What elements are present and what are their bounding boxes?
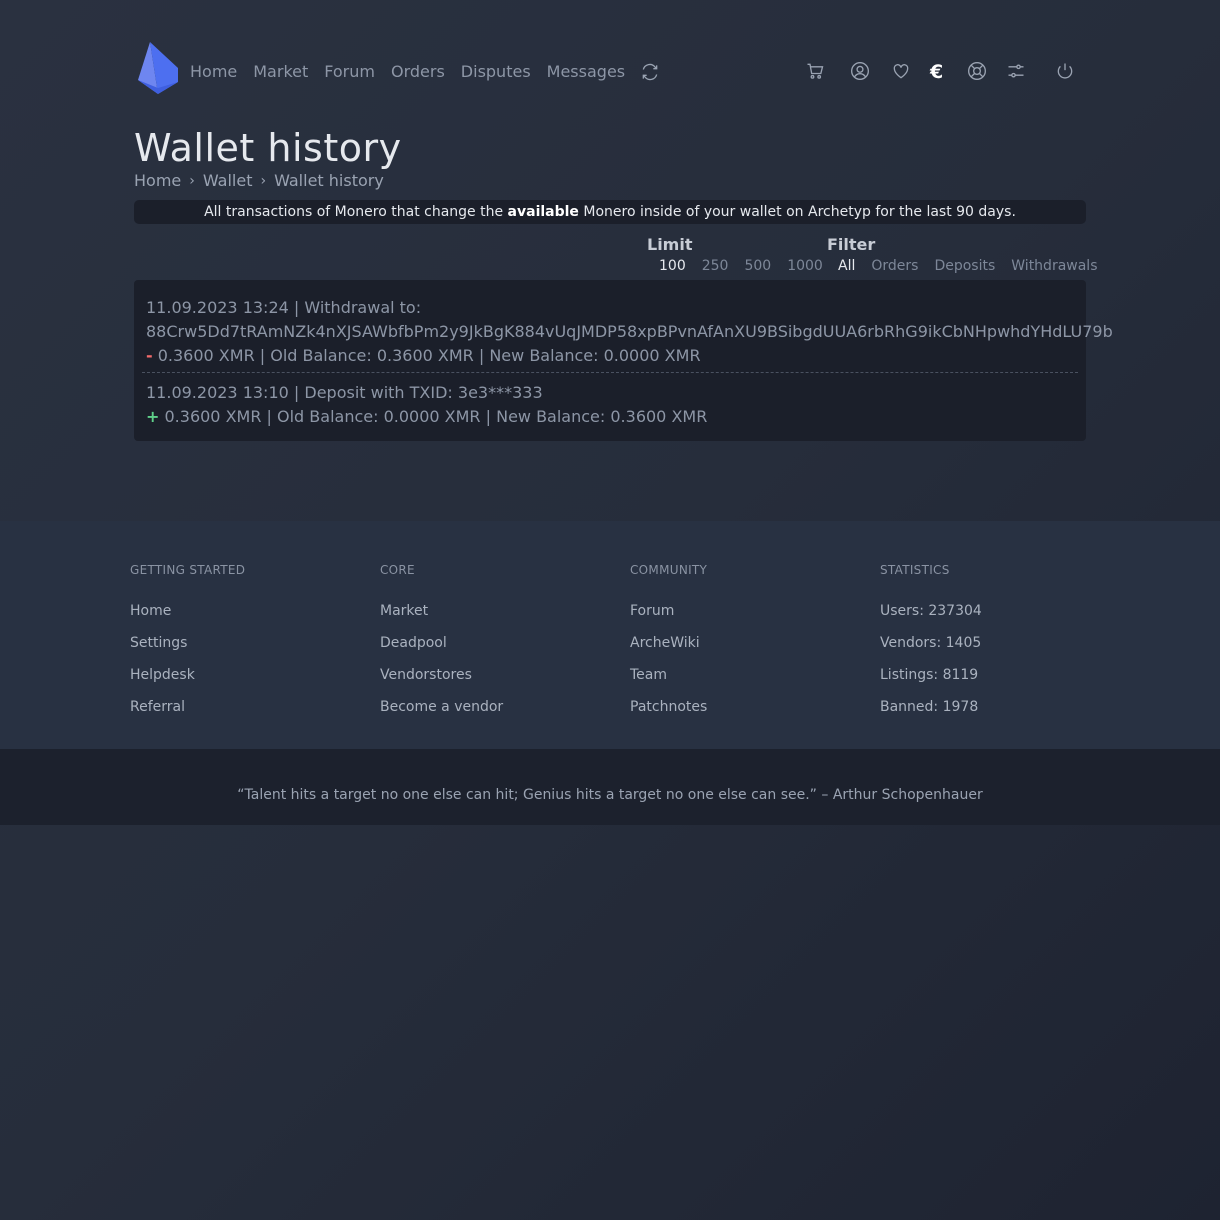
transaction-amounts: 0.3600 XMR | Old Balance: 0.3600 XMR | N… — [152, 346, 701, 365]
footer-link-become-vendor[interactable]: Become a vendor — [380, 699, 503, 731]
plus-sign: + — [146, 407, 160, 426]
logo-icon[interactable] — [136, 40, 180, 98]
info-banner: All transactions of Monero that change t… — [134, 200, 1086, 224]
cart-icon[interactable] — [805, 61, 827, 83]
footer-link-archewiki[interactable]: ArcheWiki — [630, 635, 707, 667]
top-navigation: Home Market Forum Orders Disputes Messag… — [136, 40, 1086, 104]
divider — [142, 372, 1078, 373]
limit-option-100[interactable]: 100 — [659, 258, 686, 274]
filter-option-deposits[interactable]: Deposits — [934, 258, 995, 274]
transaction-header: 11.09.2023 13:10 | Deposit with TXID: 3e… — [146, 383, 543, 402]
lifebuoy-icon[interactable] — [967, 61, 989, 83]
footer-column-core: CORE Market Deadpool Vendorstores Become… — [380, 563, 503, 731]
footer-column-statistics: STATISTICS Users: 237304 Vendors: 1405 L… — [880, 563, 982, 731]
footer-heading: GETTING STARTED — [130, 563, 246, 577]
settings-sliders-icon[interactable] — [1006, 61, 1028, 83]
info-text-suffix: Monero inside of your wallet on Archetyp… — [578, 204, 1016, 220]
footer-link-forum[interactable]: Forum — [630, 603, 707, 635]
filter-options: All Orders Deposits Withdrawals — [838, 258, 1098, 274]
nav-link-market[interactable]: Market — [253, 62, 308, 81]
power-icon[interactable] — [1055, 61, 1077, 83]
quote-bar: “Talent hits a target no one else can hi… — [0, 749, 1220, 825]
footer-link-patchnotes[interactable]: Patchnotes — [630, 699, 707, 731]
footer-link-helpdesk[interactable]: Helpdesk — [130, 667, 245, 699]
footer-column-community: COMMUNITY Forum ArcheWiki Team Patchnote… — [630, 563, 707, 731]
chevron-right-icon: › — [189, 172, 195, 189]
footer-quote: “Talent hits a target no one else can hi… — [237, 787, 983, 803]
footer-link-team[interactable]: Team — [630, 667, 707, 699]
breadcrumb: Home › Wallet › Wallet history — [134, 171, 384, 190]
filter-option-withdrawals[interactable]: Withdrawals — [1011, 258, 1097, 274]
nav-link-disputes[interactable]: Disputes — [461, 62, 531, 81]
limit-label: Limit — [647, 235, 693, 254]
filter-option-orders[interactable]: Orders — [871, 258, 918, 274]
footer-link-settings[interactable]: Settings — [130, 635, 245, 667]
stat-banned: Banned: 1978 — [880, 699, 979, 715]
limit-option-1000[interactable]: 1000 — [787, 258, 823, 274]
nav-link-orders[interactable]: Orders — [391, 62, 445, 81]
breadcrumb-current: Wallet history — [274, 171, 384, 190]
limit-option-250[interactable]: 250 — [702, 258, 729, 274]
footer-link-referral[interactable]: Referral — [130, 699, 245, 731]
transaction-address: 88Crw5Dd7tRAmNZk4nXJSAWbfbPm2y9JkBgK884v… — [146, 322, 1113, 341]
page-title: Wallet history — [134, 126, 402, 170]
transaction-detail: - 0.3600 XMR | Old Balance: 0.3600 XMR |… — [146, 344, 1113, 368]
user-icon[interactable] — [850, 61, 872, 83]
filter-label: Filter — [827, 235, 876, 254]
nav-link-messages[interactable]: Messages — [547, 62, 625, 81]
stat-users: Users: 237304 — [880, 603, 982, 619]
list-item: 11.09.2023 13:10 | Deposit with TXID: 3e… — [146, 381, 707, 429]
nav-link-forum[interactable]: Forum — [324, 62, 375, 81]
stat-vendors: Vendors: 1405 — [880, 635, 982, 651]
footer-heading: COMMUNITY — [630, 563, 708, 577]
limit-option-500[interactable]: 500 — [744, 258, 771, 274]
transaction-list: 11.09.2023 13:24 | Withdrawal to: 88Crw5… — [134, 280, 1113, 441]
stat-listings: Listings: 8119 — [880, 667, 979, 683]
filter-option-all[interactable]: All — [838, 258, 855, 274]
breadcrumb-wallet[interactable]: Wallet — [203, 171, 253, 190]
footer-heading: STATISTICS — [880, 563, 950, 577]
info-text-prefix: All transactions of Monero that change t… — [204, 204, 508, 220]
nav-link-home[interactable]: Home — [190, 62, 237, 81]
transaction-header: 11.09.2023 13:24 | Withdrawal to: — [146, 298, 422, 317]
transaction-detail: + 0.3600 XMR | Old Balance: 0.0000 XMR |… — [146, 405, 707, 429]
nav-links: Home Market Forum Orders Disputes Messag… — [190, 62, 625, 81]
euro-icon[interactable]: € — [930, 61, 952, 83]
minus-sign: - — [146, 346, 153, 365]
transaction-amounts: 0.3600 XMR | Old Balance: 0.0000 XMR | N… — [159, 407, 708, 426]
footer-heading: CORE — [380, 563, 415, 577]
footer: GETTING STARTED Home Settings Helpdesk R… — [0, 521, 1220, 749]
footer-column-getting-started: GETTING STARTED Home Settings Helpdesk R… — [130, 563, 245, 731]
chevron-right-icon: › — [260, 172, 267, 189]
refresh-icon[interactable] — [640, 62, 662, 84]
info-text-emphasis: available — [507, 204, 579, 220]
list-item: 11.09.2023 13:24 | Withdrawal to: 88Crw5… — [146, 296, 1113, 368]
footer-link-vendorstores[interactable]: Vendorstores — [380, 667, 503, 699]
footer-link-market[interactable]: Market — [380, 603, 503, 635]
heart-icon[interactable] — [891, 61, 913, 83]
footer-link-home[interactable]: Home — [130, 603, 245, 635]
limit-options: 100 250 500 1000 — [659, 258, 823, 274]
footer-link-deadpool[interactable]: Deadpool — [380, 635, 503, 667]
breadcrumb-home[interactable]: Home — [134, 171, 181, 190]
